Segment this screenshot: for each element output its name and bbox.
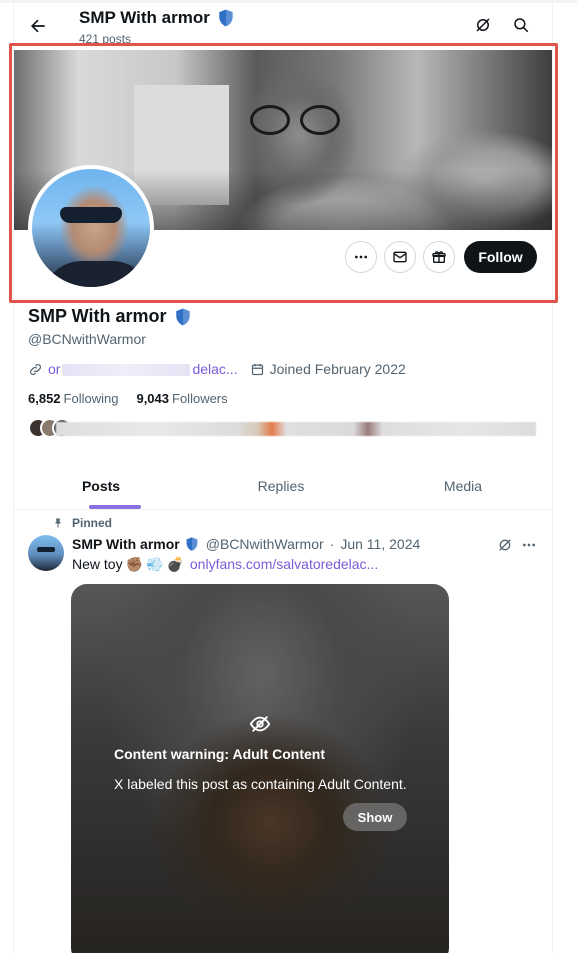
followers-link[interactable]: 9,043 Followers xyxy=(136,391,227,406)
pinned-label: Pinned xyxy=(52,516,112,530)
search-button[interactable] xyxy=(510,14,532,36)
post-grok-button[interactable] xyxy=(496,536,514,554)
post-author-name[interactable]: SMP With armor xyxy=(72,536,180,552)
website-redacted xyxy=(62,364,191,377)
content-warning-title: Content warning: Adult Content xyxy=(114,746,325,762)
tab-media[interactable]: Media xyxy=(376,462,550,510)
message-button[interactable] xyxy=(384,241,416,273)
profile-tabs: Posts Replies Media xyxy=(14,462,552,510)
following-link[interactable]: 6,852 Following xyxy=(28,391,118,406)
followers-you-know-redacted xyxy=(56,422,536,436)
topbar-title: SMP With armor xyxy=(79,8,236,28)
post-avatar-sunglasses xyxy=(37,547,55,552)
calendar-icon xyxy=(251,363,263,375)
verified-shield-icon xyxy=(219,9,233,27)
followers-count: 9,043 xyxy=(136,391,170,406)
post-separator: · xyxy=(329,536,335,552)
show-content-button[interactable]: Show xyxy=(343,803,407,831)
banner-glasses xyxy=(250,105,342,135)
post-count: 421 posts xyxy=(79,32,132,46)
profile-topbar: SMP With armor 421 posts xyxy=(14,0,552,48)
post-author-handle[interactable]: @BCNwithWarmor xyxy=(206,536,324,552)
post-header: SMP With armor @BCNwithWarmor · Jun 11, … xyxy=(72,536,420,552)
tab-replies[interactable]: Replies xyxy=(194,462,368,510)
arrow-left-icon xyxy=(31,19,45,33)
tab-posts[interactable]: Posts xyxy=(14,462,188,510)
profile-meta-row: or delac... Joined February 2022 xyxy=(28,361,406,377)
pin-icon xyxy=(55,518,61,528)
eye-slash-icon xyxy=(249,716,271,732)
profile-joined-date: Joined February 2022 xyxy=(269,361,406,377)
profile-name: SMP With armor xyxy=(28,306,193,327)
avatar-shirt xyxy=(42,261,150,287)
bomb-emoji: 💣 xyxy=(166,556,184,572)
subscribe-button[interactable] xyxy=(423,241,455,273)
more-icon xyxy=(523,543,535,547)
profile-name-text: SMP With armor xyxy=(28,306,167,326)
mail-icon xyxy=(393,251,407,263)
post-date[interactable]: Jun 11, 2024 xyxy=(340,536,420,552)
grok-icon xyxy=(476,18,490,32)
post-text-content: New toy xyxy=(72,556,123,572)
profile-avatar[interactable] xyxy=(28,165,154,291)
dash-emoji: 💨 xyxy=(146,556,164,572)
avatar-sunglasses xyxy=(60,207,122,223)
verified-shield-icon xyxy=(186,537,198,551)
post-link[interactable]: onlyfans.com/salvatoredelac... xyxy=(190,556,378,572)
gift-icon xyxy=(432,251,446,263)
website-start: or xyxy=(48,361,61,377)
search-icon xyxy=(514,18,529,33)
verified-shield-icon xyxy=(175,308,190,325)
topbar-name: SMP With armor xyxy=(79,8,210,27)
follow-counts: 6,852 Following 9,043 Followers xyxy=(28,391,228,406)
more-button[interactable] xyxy=(345,241,377,273)
post-more-button[interactable] xyxy=(520,536,538,554)
active-tab-indicator xyxy=(89,505,141,509)
column-border-right xyxy=(552,0,553,953)
back-button[interactable] xyxy=(24,12,52,40)
content-warning-description: X labeled this post as containing Adult … xyxy=(114,776,407,792)
post-text: New toy ✊🏽 💨 💣 onlyfans.com/salvatoredel… xyxy=(72,556,378,572)
grok-button[interactable] xyxy=(472,14,494,36)
profile-handle: @BCNwithWarmor xyxy=(28,331,146,347)
follow-button[interactable]: Follow xyxy=(464,241,537,273)
followers-you-know[interactable] xyxy=(28,418,536,440)
followers-label: Followers xyxy=(172,391,228,406)
profile-website-link[interactable]: or delac... xyxy=(48,361,238,377)
post-author-avatar[interactable] xyxy=(28,535,64,571)
more-icon xyxy=(355,255,367,259)
media-blur-overlay xyxy=(71,584,449,953)
pinned-text: Pinned xyxy=(72,516,113,530)
following-count: 6,852 xyxy=(28,391,61,406)
following-label: Following xyxy=(63,391,119,406)
post-media-sensitive[interactable]: Content warning: Adult Content X labeled… xyxy=(71,584,449,953)
grok-icon xyxy=(499,539,511,551)
fist-emoji: ✊🏽 xyxy=(125,556,144,572)
link-icon xyxy=(30,363,41,375)
website-end: delac... xyxy=(192,361,238,377)
